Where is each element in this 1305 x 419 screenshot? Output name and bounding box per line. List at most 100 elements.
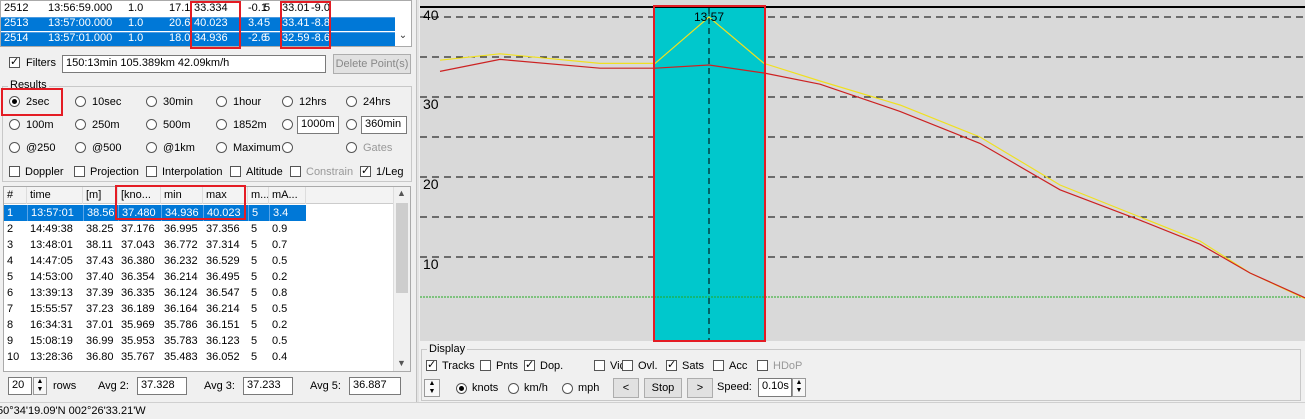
column-header[interactable]: mA... [269, 187, 306, 204]
radio-30min[interactable] [146, 96, 157, 107]
table-row[interactable]: 9 15:08:19 36.99 35.953 35.783 36.123 5 0.5 [4, 333, 306, 349]
radio-blank[interactable] [282, 142, 293, 153]
column-header[interactable]: max [203, 187, 248, 204]
point-row[interactable]: 2513 13:57:00.000 1.0 20.6 40.023 3.4 5 33.41 -8… [1, 17, 395, 31]
table-cell: 5 [251, 271, 258, 283]
table-row[interactable]: 7 15:55:57 37.23 36.189 36.164 36.214 5 0.5 [4, 301, 306, 317]
radio-500m[interactable] [146, 119, 157, 130]
checkbox-interpolation[interactable] [146, 166, 157, 177]
divider[interactable] [416, 0, 419, 402]
delete-points-button[interactable]: Delete Point(s) [333, 54, 411, 74]
avg5-label: Avg 5: [310, 380, 341, 392]
display-checkbox-pnts[interactable] [480, 360, 491, 371]
radio-@500[interactable] [75, 142, 86, 153]
stop-button[interactable]: Stop [644, 378, 682, 398]
radio-label: 24hrs [363, 96, 391, 108]
checkbox-label: 1/Leg [376, 166, 404, 178]
unit-radio-kmh[interactable] [508, 383, 519, 394]
unit-radio-mph[interactable] [562, 383, 573, 394]
column-header[interactable]: m... [248, 187, 269, 204]
checkbox-projection[interactable] [74, 166, 85, 177]
radio-1000m[interactable] [282, 119, 293, 130]
radio-1852m[interactable] [216, 119, 227, 130]
checkbox-1leg[interactable] [360, 164, 371, 177]
speed-graph[interactable]: 40 30 20 10 13:57 [420, 0, 1305, 341]
rows-count-input[interactable]: 20 [8, 377, 32, 395]
display-checkbox-acc[interactable] [713, 360, 724, 371]
table-row[interactable]: 3 13:48:01 38.11 37.043 36.772 37.314 5 0.7 [4, 237, 306, 253]
radio-100m[interactable] [9, 119, 20, 130]
table-cell: 36.123 [206, 335, 240, 347]
speed-spinner[interactable]: ▲ ▼ [792, 378, 806, 397]
radio-24hrs[interactable] [346, 96, 357, 107]
radio-1hour[interactable] [216, 96, 227, 107]
radio-12hrs[interactable] [282, 96, 293, 107]
column-header[interactable]: time [27, 187, 83, 204]
radio-@250[interactable] [9, 142, 20, 153]
checkbox-doppler[interactable] [9, 166, 20, 177]
table-cell: 37.40 [86, 271, 114, 283]
checkbox-label: Constrain [306, 166, 354, 178]
point-row[interactable]: 2512 13:56:59.000 1.0 17.1 33.334 -0.1 5 33.01-… [1, 2, 395, 16]
display-checkbox-label: Acc [729, 360, 748, 372]
point-cell-a: 1.0 [128, 2, 144, 14]
display-checkbox-dop[interactable] [524, 358, 535, 371]
display-checkbox-tracks[interactable] [426, 358, 437, 371]
playback-spinner[interactable]: ▲ ▼ [424, 379, 440, 397]
speed-input[interactable]: 0.10s [758, 378, 792, 397]
point-row[interactable]: 2514 13:57:01.000 1.0 18.0 34.936 -2.6 5 32.59-… [1, 32, 395, 46]
column-header[interactable]: [m] [83, 187, 118, 204]
radio-360min[interactable] [346, 119, 357, 130]
table-cell: 5 [251, 319, 258, 331]
results-table-scrollbar[interactable]: ▲ ▼ [393, 187, 410, 371]
display-checkbox-hdop[interactable] [757, 360, 768, 371]
table-row[interactable]: 10 13:28:36 36.80 35.767 35.483 36.052 5 0.4 [4, 349, 306, 365]
radio-Maximum[interactable] [216, 142, 227, 153]
table-cell: 3.4 [269, 205, 306, 221]
point-cell-id: 2513 [4, 17, 29, 29]
radio-2sec[interactable] [9, 96, 20, 107]
checkbox-constrain[interactable] [290, 166, 301, 177]
radio-@1km[interactable] [146, 142, 157, 153]
display-checkbox-label: HDoP [773, 360, 803, 372]
column-header[interactable]: [kno... [118, 187, 161, 204]
radio-input-360min[interactable]: 360min [361, 116, 407, 134]
next-button[interactable]: > [687, 378, 713, 398]
display-checkbox-ovl[interactable] [622, 360, 633, 371]
point-list[interactable]: 2512 13:56:59.000 1.0 17.1 33.334 -0.1 5 33.01-… [0, 0, 412, 47]
radio-input-1000m[interactable]: 1000m [297, 116, 339, 134]
filters-checkbox[interactable] [9, 55, 20, 68]
scroll-down-icon[interactable]: ▼ [397, 358, 406, 368]
point-cell-f: 33.01 [282, 2, 310, 14]
table-cell: 13:57:01 [27, 205, 83, 221]
checkbox-altitude[interactable] [230, 166, 241, 177]
table-row[interactable]: 6 13:39:13 37.39 36.335 36.124 36.547 5 0.8 [4, 285, 306, 301]
table-cell: 38.25 [86, 223, 114, 235]
checkbox-label: Doppler [25, 166, 64, 178]
column-header[interactable]: # [4, 187, 27, 204]
scroll-thumb[interactable] [396, 203, 408, 293]
point-list-scroll-down-icon[interactable]: ⌄ [396, 30, 410, 44]
rows-spinner[interactable]: ▲ ▼ [33, 377, 47, 395]
column-header[interactable]: min [161, 187, 203, 204]
table-cell: 36.189 [121, 303, 155, 315]
table-cell: 35.767 [121, 351, 155, 363]
radio-10sec[interactable] [75, 96, 86, 107]
unit-radio-knots[interactable] [456, 383, 467, 394]
table-row[interactable]: 5 14:53:00 37.40 36.354 36.214 36.495 5 0.2 [4, 269, 306, 285]
table-row[interactable]: 1 13:57:01 38.56 37.480 34.936 40.023 5 3.4 [4, 205, 306, 221]
display-checkbox-sats[interactable] [666, 358, 677, 371]
scroll-up-icon[interactable]: ▲ [397, 188, 406, 198]
table-cell: 0.2 [272, 271, 288, 283]
prev-button[interactable]: < [613, 378, 639, 398]
radio-Gates[interactable] [346, 142, 357, 153]
display-checkbox-vic[interactable] [594, 360, 605, 371]
point-cell-e: 5 [264, 17, 271, 29]
table-row[interactable]: 4 14:47:05 37.43 36.380 36.232 36.529 5 0.5 [4, 253, 306, 269]
table-cell: 0.8 [272, 287, 288, 299]
radio-250m[interactable] [75, 119, 86, 130]
point-cell-c: 33.334 [194, 2, 228, 14]
table-row[interactable]: 2 14:49:38 38.25 37.176 36.995 37.356 5 0.9 [4, 221, 306, 237]
table-cell: 0.2 [272, 319, 288, 331]
table-row[interactable]: 8 16:34:31 37.01 35.969 35.786 36.151 5 0.2 [4, 317, 306, 333]
